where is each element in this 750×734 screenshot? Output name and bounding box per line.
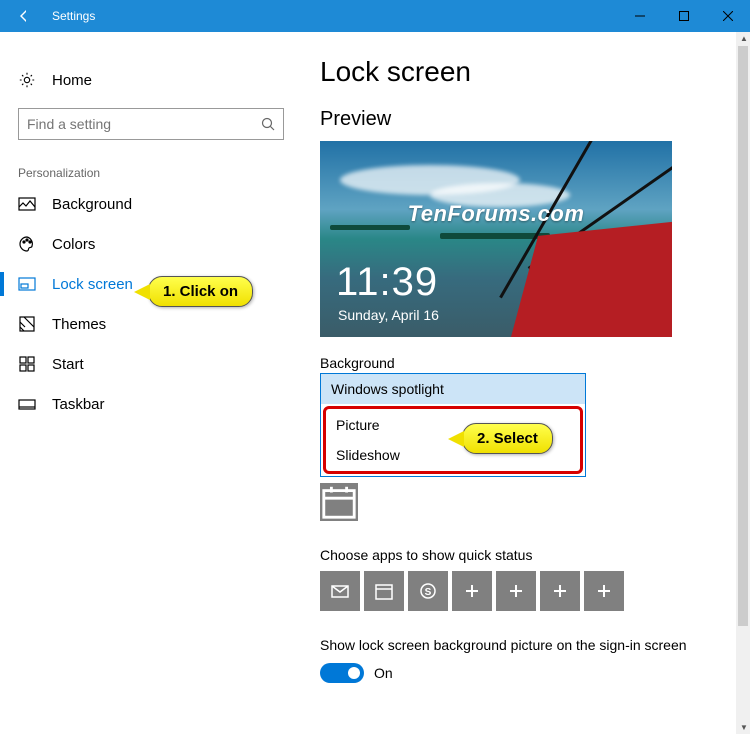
- search-input[interactable]: [27, 116, 261, 132]
- plus-icon: [506, 581, 526, 601]
- start-icon: [18, 355, 36, 373]
- sidebar-item-label: Taskbar: [52, 396, 105, 413]
- quick-status-app-add-4[interactable]: [584, 571, 624, 611]
- quick-status-app-add-3[interactable]: [540, 571, 580, 611]
- sidebar-item-themes[interactable]: Themes: [18, 304, 310, 344]
- mail-icon: [330, 581, 350, 601]
- preview-image[interactable]: TenForums.com 11:39 Sunday, April 16: [320, 141, 672, 337]
- quick-status-app-mail[interactable]: [320, 571, 360, 611]
- scroll-up-arrow[interactable]: ▲: [740, 34, 748, 43]
- maximize-button[interactable]: [662, 0, 706, 32]
- scrollbar[interactable]: ▲ ▼: [736, 32, 750, 734]
- home-label: Home: [52, 72, 92, 89]
- search-icon: [261, 117, 275, 131]
- sidebar-item-label: Start: [52, 356, 84, 373]
- scroll-down-arrow[interactable]: ▼: [740, 723, 748, 732]
- section-header: Personalization: [18, 166, 310, 180]
- quick-status-app-calendar[interactable]: [364, 571, 404, 611]
- quick-status-app-add-1[interactable]: [452, 571, 492, 611]
- content: Lock screen Preview TenForums.com 11:39 …: [310, 42, 750, 734]
- window-controls: [618, 0, 750, 32]
- sidebar-item-label: Lock screen: [52, 276, 133, 293]
- page-title: Lock screen: [320, 56, 730, 88]
- themes-icon: [18, 315, 36, 333]
- plus-icon: [594, 581, 614, 601]
- palette-icon: [18, 235, 36, 253]
- back-button[interactable]: [0, 0, 48, 32]
- toggle-label: Show lock screen background picture on t…: [320, 637, 730, 653]
- lockscreen-icon: [18, 275, 36, 293]
- calendar-icon: [374, 581, 394, 601]
- sidebar-item-label: Colors: [52, 236, 95, 253]
- quick-status-app-add-2[interactable]: [496, 571, 536, 611]
- plus-icon: [462, 581, 482, 601]
- preview-date: Sunday, April 16: [338, 307, 439, 323]
- sidebar-item-background[interactable]: Background: [18, 184, 310, 224]
- quick-status-app-skype[interactable]: S: [408, 571, 448, 611]
- minimize-button[interactable]: [618, 0, 662, 32]
- preview-time: 11:39: [336, 260, 438, 305]
- sidebar-item-start[interactable]: Start: [18, 344, 310, 384]
- svg-text:S: S: [425, 587, 432, 598]
- quick-status-section: Choose apps to show quick status S: [320, 547, 730, 611]
- home-link[interactable]: Home: [18, 62, 310, 98]
- plus-icon: [550, 581, 570, 601]
- main-area: Home Personalization Background Colors L…: [0, 32, 750, 734]
- picture-icon: [18, 195, 36, 213]
- toggle-state-text: On: [374, 665, 393, 681]
- preview-header: Preview: [320, 108, 730, 131]
- search-box[interactable]: [18, 108, 284, 140]
- window-title: Settings: [48, 9, 95, 23]
- gear-icon: [18, 71, 36, 89]
- titlebar: Settings: [0, 0, 750, 32]
- close-button[interactable]: [706, 0, 750, 32]
- sidebar-item-colors[interactable]: Colors: [18, 224, 310, 264]
- detailed-status-app-tile[interactable]: [320, 483, 358, 521]
- dropdown-option-spotlight[interactable]: Windows spotlight: [321, 374, 585, 404]
- calendar-icon: [320, 483, 358, 521]
- scroll-thumb[interactable]: [738, 46, 748, 626]
- annotation-step-1: 1. Click on: [148, 276, 253, 307]
- annotation-step-2: 2. Select: [462, 423, 553, 454]
- signin-picture-toggle[interactable]: [320, 663, 364, 683]
- preview-watermark: TenForums.com: [408, 201, 585, 227]
- taskbar-icon: [18, 395, 36, 413]
- background-label: Background: [320, 355, 730, 371]
- sidebar-item-label: Themes: [52, 316, 106, 333]
- skype-icon: S: [418, 581, 438, 601]
- sidebar: Home Personalization Background Colors L…: [0, 42, 310, 734]
- signin-picture-section: Show lock screen background picture on t…: [320, 637, 730, 683]
- sidebar-item-label: Background: [52, 196, 132, 213]
- sidebar-item-taskbar[interactable]: Taskbar: [18, 384, 310, 424]
- quick-status-label: Choose apps to show quick status: [320, 547, 730, 563]
